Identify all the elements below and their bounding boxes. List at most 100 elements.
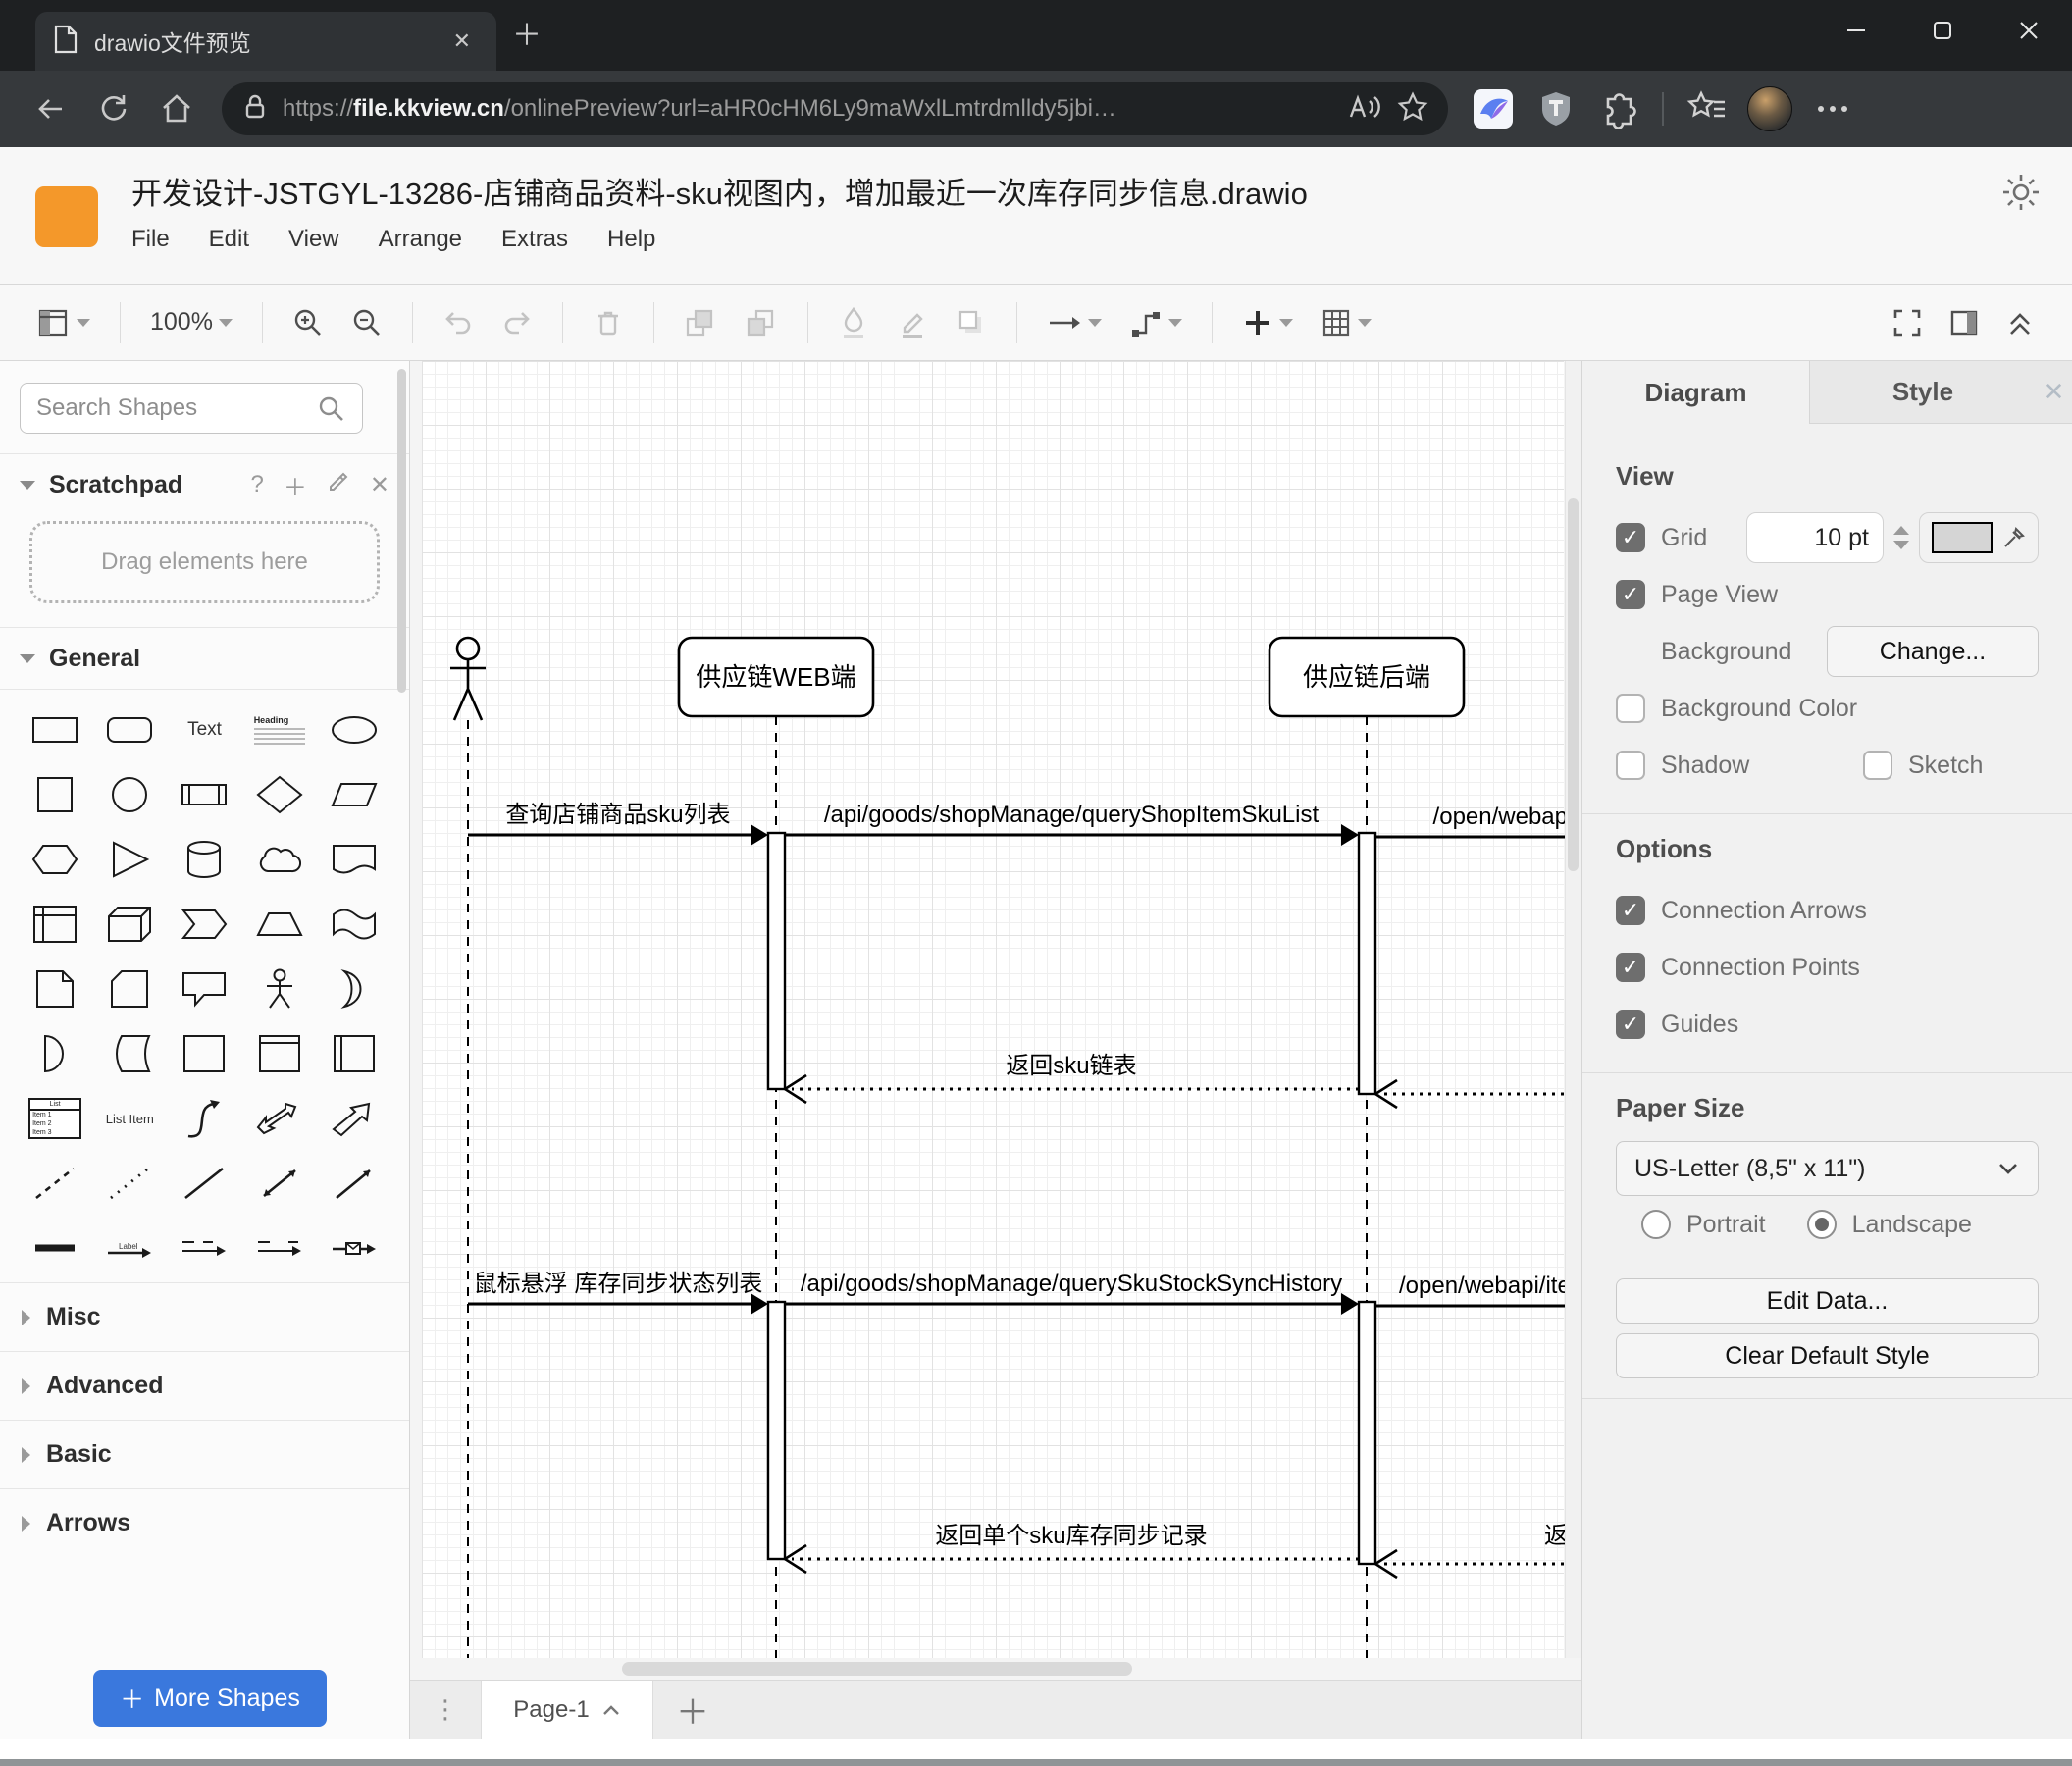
- shape-cylinder[interactable]: [167, 835, 241, 884]
- message-api-queryShopItemSkuList[interactable]: /api/goods/shopManage/queryShopItemSkuLi…: [785, 802, 1359, 846]
- pages-menu-icon[interactable]: ⋮: [410, 1681, 481, 1739]
- shape-tape[interactable]: [317, 900, 391, 949]
- paper-size-select[interactable]: US-Letter (8,5" x 11"): [1616, 1141, 2039, 1196]
- shape-triangle[interactable]: [92, 835, 167, 884]
- grid-checkbox[interactable]: [1616, 523, 1645, 552]
- participant-backend[interactable]: 供应链后端: [1268, 636, 1466, 718]
- shape-curve[interactable]: [167, 1094, 241, 1143]
- shape-link[interactable]: [18, 1223, 92, 1273]
- line-color-button[interactable]: [893, 300, 932, 345]
- portrait-radio[interactable]: [1641, 1210, 1671, 1239]
- shape-process[interactable]: [167, 770, 241, 819]
- close-window-button[interactable]: [1986, 0, 2072, 61]
- browser-menu-icon[interactable]: [1805, 81, 1860, 136]
- table-button[interactable]: [1317, 301, 1375, 344]
- return-single-sku-sync-record[interactable]: 返回单个sku库存同步记录: [782, 1523, 1359, 1575]
- shape-dotted-line[interactable]: [92, 1159, 167, 1208]
- shape-hexagon[interactable]: [18, 835, 92, 884]
- shape-step[interactable]: [167, 900, 241, 949]
- shape-parallelogram[interactable]: [317, 770, 391, 819]
- refresh-icon[interactable]: [86, 81, 141, 136]
- diagram-canvas[interactable]: 供应链WEB端 供应链后端 查询店铺商品sku列表 /api/goods/sho…: [410, 361, 1581, 1680]
- shape-internal-storage[interactable]: [18, 900, 92, 949]
- message-query-sku-list[interactable]: 查询店铺商品sku列表: [468, 802, 768, 846]
- view-panels-button[interactable]: [33, 301, 94, 344]
- theme-sun-icon[interactable]: [1999, 171, 2043, 219]
- menu-help[interactable]: Help: [607, 226, 655, 253]
- shape-arrow[interactable]: [317, 1094, 391, 1143]
- panel-close-icon[interactable]: ✕: [2044, 377, 2065, 407]
- scratchpad-close-icon[interactable]: ✕: [370, 471, 389, 499]
- canvas-hscrollbar-thumb[interactable]: [622, 1662, 1132, 1676]
- shadow-button[interactable]: [952, 301, 991, 344]
- add-page-button[interactable]: ＋: [653, 1681, 732, 1739]
- return-sku-list[interactable]: 返回sku链表: [782, 1053, 1359, 1105]
- guides-checkbox[interactable]: [1616, 1010, 1645, 1039]
- favorites-list-icon[interactable]: [1680, 81, 1735, 136]
- scratchpad-header[interactable]: Scratchpad ? ＋ ✕: [0, 454, 409, 515]
- shape-directional-connector[interactable]: [317, 1159, 391, 1208]
- shape-rounded-rectangle[interactable]: [92, 705, 167, 754]
- scratchpad-help-icon[interactable]: ?: [251, 471, 264, 498]
- shape-note[interactable]: [18, 964, 92, 1013]
- shape-card[interactable]: [92, 964, 167, 1013]
- favorite-star-icon[interactable]: [1397, 90, 1428, 128]
- grid-size-input[interactable]: 10 pt: [1746, 512, 1884, 563]
- section-basic[interactable]: Basic: [0, 1420, 409, 1488]
- to-front-button[interactable]: [680, 301, 721, 344]
- actor-figure[interactable]: [450, 636, 486, 721]
- section-advanced[interactable]: Advanced: [0, 1351, 409, 1420]
- zoom-in-button[interactable]: [288, 301, 328, 344]
- message-open-webapi-item[interactable]: /open/webapi/iten: [1375, 1273, 1581, 1308]
- shape-or[interactable]: [317, 964, 391, 1013]
- shape-text[interactable]: Text: [167, 705, 241, 754]
- shadow-checkbox[interactable]: [1616, 751, 1645, 780]
- menu-arrange[interactable]: Arrange: [379, 226, 462, 253]
- scratchpad-edit-icon[interactable]: [327, 470, 350, 500]
- scratchpad-add-icon[interactable]: ＋: [284, 468, 307, 502]
- shape-square[interactable]: [18, 770, 92, 819]
- extensions-puzzle-icon[interactable]: [1591, 81, 1646, 136]
- collapse-toolbar-button[interactable]: [2001, 301, 2039, 344]
- read-aloud-icon[interactable]: [1346, 91, 1383, 128]
- section-arrows[interactable]: Arrows: [0, 1488, 409, 1557]
- shape-textbox[interactable]: Heading: [242, 705, 317, 754]
- maximize-button[interactable]: [1899, 0, 1986, 61]
- scratchpad-dropzone[interactable]: Drag elements here: [29, 521, 380, 603]
- shape-trapezoid[interactable]: [242, 900, 317, 949]
- new-tab-button[interactable]: ＋: [512, 22, 542, 51]
- more-shapes-button[interactable]: ＋ More Shapes: [93, 1670, 327, 1727]
- shape-ellipse[interactable]: [317, 705, 391, 754]
- shape-callout[interactable]: [167, 964, 241, 1013]
- page-view-checkbox[interactable]: [1616, 580, 1645, 609]
- shape-horizontal-container[interactable]: [317, 1029, 391, 1078]
- shape-container[interactable]: [167, 1029, 241, 1078]
- delete-button[interactable]: [589, 301, 628, 344]
- shape-source-target-arrow-2[interactable]: [242, 1223, 317, 1273]
- participant-web[interactable]: 供应链WEB端: [677, 636, 875, 718]
- shape-diamond[interactable]: [242, 770, 317, 819]
- shield-t-extension-icon[interactable]: [1528, 81, 1583, 136]
- shape-vertical-container[interactable]: [242, 1029, 317, 1078]
- arrow-style-button[interactable]: [1043, 305, 1106, 340]
- zoom-out-button[interactable]: [347, 301, 387, 344]
- browser-tab[interactable]: drawio文件预览 ✕: [35, 12, 496, 71]
- return-from-right-1[interactable]: [1373, 1078, 1581, 1110]
- shape-message-arrow[interactable]: [317, 1223, 391, 1273]
- redo-button[interactable]: [497, 301, 537, 344]
- sidebar-scrollbar-thumb[interactable]: [397, 369, 406, 693]
- connector-style-button[interactable]: [1125, 300, 1186, 345]
- search-input[interactable]: [20, 383, 363, 434]
- zoom-select[interactable]: 100%: [146, 302, 236, 342]
- undo-button[interactable]: [439, 301, 478, 344]
- shape-rectangle[interactable]: [18, 705, 92, 754]
- shape-cube[interactable]: [92, 900, 167, 949]
- shape-and[interactable]: [18, 1029, 92, 1078]
- menu-edit[interactable]: Edit: [209, 226, 249, 253]
- tab-diagram[interactable]: Diagram: [1582, 361, 1810, 424]
- message-hover-sync-status[interactable]: 鼠标悬浮 库存同步状态列表: [468, 1271, 768, 1315]
- message-api-querySkuStockSyncHistory[interactable]: /api/goods/shopManage/querySkuStockSyncH…: [785, 1271, 1359, 1315]
- background-color-checkbox[interactable]: [1616, 694, 1645, 723]
- url-bar[interactable]: https://file.kkview.cn/onlinePreview?url…: [222, 82, 1448, 135]
- shape-dashed-line[interactable]: [18, 1159, 92, 1208]
